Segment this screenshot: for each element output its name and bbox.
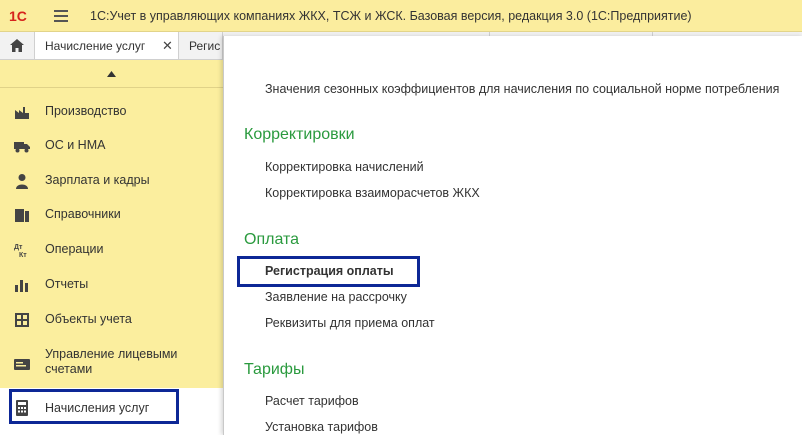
- close-icon[interactable]: ✕: [162, 38, 173, 54]
- bar-chart-icon: [15, 280, 28, 292]
- sidebar-item-label: Объекты учета: [45, 312, 132, 326]
- link-tariff-calculation[interactable]: Расчет тарифов: [265, 394, 359, 408]
- title-bar: 1С 1С:Учет в управляющих компаниях ЖКХ, …: [0, 0, 802, 32]
- sidebar-item-personal-accounts[interactable]: Управление лицевыми счетами: [0, 344, 223, 382]
- person-icon: [16, 174, 28, 189]
- 1c-logo-icon: 1С: [9, 8, 27, 24]
- sidebar-item-reports[interactable]: Отчеты: [0, 271, 223, 299]
- link-settlements-correction[interactable]: Корректировка взаиморасчетов ЖКХ: [265, 186, 480, 200]
- calculator-icon: [16, 400, 28, 416]
- sections-sidebar: Производство ОС и НМА Зарплата и кадры С…: [0, 60, 223, 435]
- sidebar-item-label: Справочники: [45, 207, 121, 221]
- link-seasonal-coefficients[interactable]: Значения сезонных коэффициентов для начи…: [265, 82, 779, 96]
- id-card-icon: [14, 359, 30, 370]
- sidebar-item-label: Управление лицевыми счетами: [45, 347, 178, 376]
- triangle-up-icon: [107, 70, 116, 77]
- factory-icon: [15, 107, 29, 119]
- sidebar-item-fixed-assets[interactable]: ОС и НМА: [0, 132, 223, 160]
- sidebar-item-label: Операции: [45, 242, 104, 256]
- sidebar-item-label: Отчеты: [45, 277, 89, 291]
- debit-credit-icon: Дт Кт: [14, 244, 27, 258]
- sidebar-item-label: Производство: [45, 104, 127, 118]
- sidebar-item-payroll[interactable]: Зарплата и кадры: [0, 167, 223, 195]
- hamburger-menu-icon[interactable]: [54, 10, 68, 22]
- sidebar-item-catalogs[interactable]: Справочники: [0, 201, 223, 229]
- link-payment-registration[interactable]: Регистрация оплаты: [265, 264, 394, 278]
- section-menu-panel: Значения сезонных коэффициентов для начи…: [223, 36, 802, 435]
- link-installment-application[interactable]: Заявление на рассрочку: [265, 290, 407, 304]
- svg-text:Кт: Кт: [19, 252, 27, 258]
- grid-icon: [15, 313, 29, 327]
- sidebar-item-accounting-objects[interactable]: Объекты учета: [0, 306, 223, 334]
- tab-label: Начисление услуг: [45, 38, 146, 53]
- sidebar-item-label: ОС и НМА: [45, 138, 106, 152]
- window-title: 1С:Учет в управляющих компаниях ЖКХ, ТСЖ…: [90, 9, 692, 23]
- logo-text: 1С: [9, 8, 27, 24]
- tab-label: Регис: [189, 38, 221, 53]
- svg-text:Дт: Дт: [14, 244, 23, 251]
- section-title-corrections: Корректировки: [244, 126, 355, 143]
- sidebar-item-operations[interactable]: Дт Кт Операции: [0, 236, 223, 264]
- link-charges-correction[interactable]: Корректировка начислений: [265, 160, 424, 174]
- section-title-tariffs: Тарифы: [244, 361, 305, 378]
- sidebar-item-label: Начисления услуг: [45, 401, 150, 415]
- scroll-up-button[interactable]: [0, 60, 223, 88]
- book-icon: [15, 209, 29, 222]
- tab-service-charges[interactable]: Начисление услуг ✕: [35, 32, 179, 59]
- sidebar-item-service-charges[interactable]: Начисления услуг: [0, 388, 223, 435]
- home-tab[interactable]: [0, 32, 35, 59]
- sidebar-item-production[interactable]: Производство: [0, 98, 223, 126]
- link-payment-details[interactable]: Реквизиты для приема оплат: [265, 316, 435, 330]
- truck-icon: [14, 142, 30, 153]
- link-tariff-setup[interactable]: Установка тарифов: [265, 420, 378, 434]
- sidebar-item-label: Зарплата и кадры: [45, 173, 150, 187]
- section-title-payment: Оплата: [244, 231, 300, 248]
- home-icon: [10, 39, 24, 52]
- tab-registers[interactable]: Регис: [179, 32, 223, 59]
